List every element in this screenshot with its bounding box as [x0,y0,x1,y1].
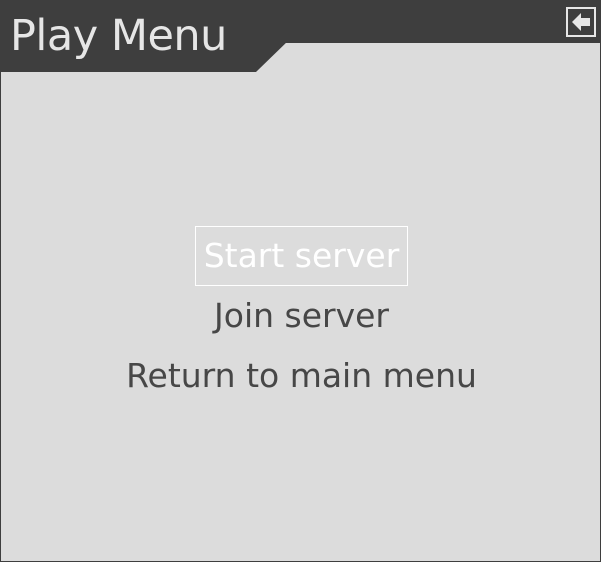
arrow-left-icon [572,13,590,31]
main-menu-list: Start server Join server Return to main … [1,226,600,406]
page-title: Play Menu [10,11,227,61]
join-server-button[interactable]: Join server [205,286,398,346]
back-button[interactable] [566,7,596,37]
start-server-button[interactable]: Start server [194,226,409,286]
return-to-main-menu-button[interactable]: Return to main menu [117,346,486,406]
play-menu-window: Play Menu Start server Join server Retur… [0,0,601,562]
